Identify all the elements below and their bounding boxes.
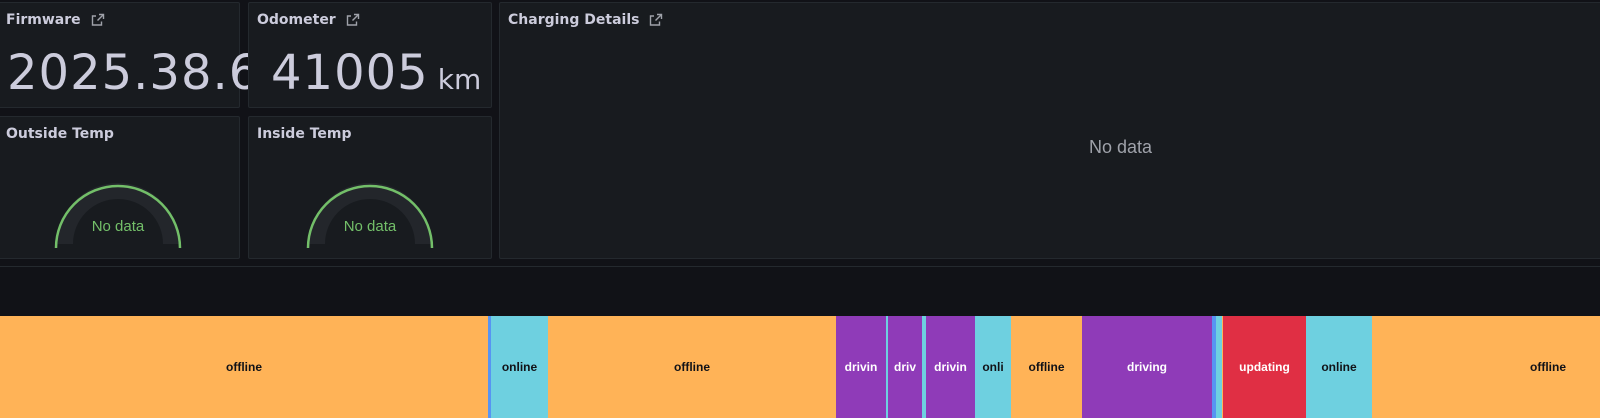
outside-temp-header: Outside Temp (6, 126, 114, 142)
odometer-title: Odometer (257, 12, 336, 28)
firmware-panel: Firmware 2025.38.6 (0, 2, 259, 108)
inside-temp-panel: Inside Temp No data (248, 116, 492, 259)
timeline-segment-offline[interactable]: offline (1011, 316, 1082, 418)
outside-temp-no-data: No data (91, 218, 145, 235)
firmware-panel-header: Firmware (6, 12, 105, 28)
charging-no-data: No data (1089, 137, 1153, 157)
row-divider (0, 266, 1600, 267)
charging-panel-header: Charging Details (508, 12, 663, 28)
state-timeline[interactable]: offline online offline drivin driv drivin onli… (0, 316, 1600, 418)
inside-temp-header: Inside Temp (257, 126, 352, 142)
timeline-segment-driving[interactable]: drivin (836, 316, 886, 418)
timeline-segment-updating[interactable]: updating (1223, 316, 1306, 418)
odometer-value-wrap: 41005 km (271, 45, 481, 101)
timeline-segment-online[interactable]: online (491, 316, 548, 418)
odometer-panel: Odometer 41005 km (248, 2, 492, 108)
external-link-icon[interactable] (649, 13, 663, 27)
inside-temp-no-data: No data (343, 218, 397, 235)
firmware-value: 2025.38.6 (7, 45, 261, 101)
inside-temp-title: Inside Temp (257, 126, 352, 142)
timeline-segment-online[interactable]: onli (975, 316, 1011, 418)
odometer-panel-header: Odometer (257, 12, 360, 28)
timeline-segment-offline[interactable]: offline (1372, 316, 1600, 418)
gauge-arc (306, 183, 434, 249)
outside-temp-gauge: No data (51, 161, 185, 251)
external-link-icon[interactable] (346, 13, 360, 27)
outside-temp-panel: Outside Temp No data (0, 116, 240, 259)
odometer-value: 41005 (271, 45, 429, 101)
timeline-segment-online[interactable]: online (1306, 316, 1372, 418)
gauge-arc (54, 183, 182, 249)
odometer-unit: km (437, 63, 482, 96)
timeline-segment-driving[interactable]: drivin (926, 316, 975, 418)
inside-temp-gauge: No data (303, 161, 437, 251)
external-link-icon[interactable] (91, 13, 105, 27)
timeline-segment-offline[interactable]: offline (548, 316, 836, 418)
timeline-segment-offline[interactable]: offline (0, 316, 488, 418)
outside-temp-title: Outside Temp (6, 126, 114, 142)
firmware-title: Firmware (6, 12, 81, 28)
charging-details-panel: Charging Details No data (499, 2, 1600, 259)
timeline-segment-driving[interactable]: driving (1082, 316, 1212, 418)
charging-title: Charging Details (508, 12, 640, 28)
timeline-segment-driving[interactable]: driv (888, 316, 922, 418)
